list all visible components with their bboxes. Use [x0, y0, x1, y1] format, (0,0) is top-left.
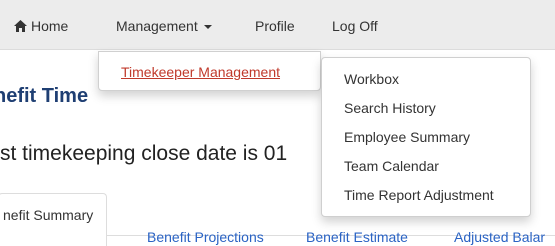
menu-item-workbox[interactable]: Workbox — [344, 71, 399, 87]
top-navbar: Home Management Profile Log Off — [0, 0, 555, 50]
close-date-text: st timekeeping close date is 01 — [0, 142, 288, 165]
menu-item-search-history[interactable]: Search History — [344, 100, 436, 116]
tab-benefit-summary[interactable]: nefit Summary — [0, 193, 108, 246]
nav-management[interactable]: Management — [116, 0, 212, 50]
menu-item-team-calendar[interactable]: Team Calendar — [344, 158, 439, 174]
nav-home[interactable]: Home — [14, 0, 68, 50]
tab-benefit-projections[interactable]: Benefit Projections — [147, 229, 264, 245]
nav-profile[interactable]: Profile — [255, 0, 295, 50]
nav-home-label: Home — [31, 18, 69, 34]
caret-down-icon — [203, 25, 212, 29]
tab-adjusted-balance[interactable]: Adjusted Balar — [454, 229, 545, 245]
nav-management-label: Management — [116, 18, 198, 34]
management-dropdown: Timekeeper Management — [98, 51, 321, 91]
menu-item-employee-summary[interactable]: Employee Summary — [344, 129, 470, 145]
menu-item-timekeeper-management[interactable]: Timekeeper Management — [121, 64, 280, 80]
menu-item-time-report-adjustment[interactable]: Time Report Adjustment — [344, 187, 494, 203]
page-title: nefit Time — [0, 85, 89, 107]
home-icon — [14, 20, 27, 32]
nav-log-off[interactable]: Log Off — [332, 0, 378, 50]
page: Home Management Profile Log Off nefit Ti… — [0, 0, 555, 246]
tab-benefit-estimate[interactable]: Benefit Estimate — [306, 229, 408, 245]
timekeeper-submenu: Workbox Search History Employee Summary … — [321, 57, 531, 217]
